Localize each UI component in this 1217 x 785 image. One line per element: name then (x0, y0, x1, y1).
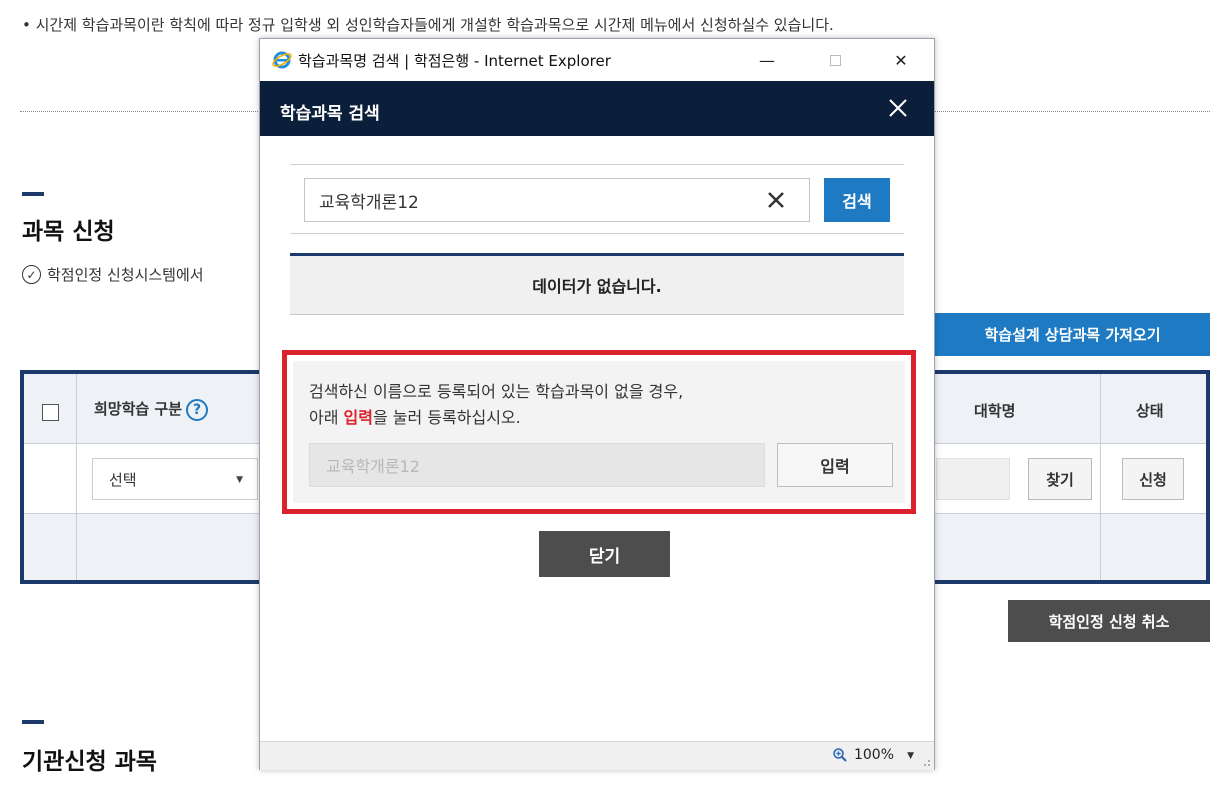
zoom-control[interactable]: 100% (832, 747, 894, 763)
highlight-box: 검색하신 이름으로 등록되어 있는 학습과목이 없을 경우, 아래 입력을 눌러… (282, 350, 916, 514)
guide-line2: 아래 입력을 눌러 등록하십시오. (309, 405, 683, 431)
clear-icon[interactable] (760, 184, 792, 216)
section-marker (22, 192, 44, 196)
section-marker (22, 720, 44, 724)
zoom-level: 100% (853, 747, 894, 763)
register-button[interactable]: 입력 (777, 443, 893, 487)
no-data-message: 데이터가 없습니다. (290, 253, 904, 315)
guide-prefix: 아래 (309, 408, 344, 427)
register-course-input[interactable]: 교육학개론12 (309, 443, 765, 487)
maximize-button[interactable] (820, 45, 850, 75)
notice-text: • 시간제 학습과목이란 학칙에 따라 정규 입학생 외 성인학습자들에게 개설… (22, 16, 834, 34)
caret-down-icon: ▼ (236, 475, 243, 485)
find-button[interactable]: 찾기 (1028, 458, 1092, 500)
guide-suffix: 을 눌러 등록하십시오. (372, 408, 521, 427)
window-close-button[interactable]: ✕ (886, 45, 916, 75)
info-text: 학점인정 신청시스템에서 (47, 266, 204, 284)
ie-popup-window: 학습과목명 검색 | 학점은행 - Internet Explorer — ✕ … (259, 38, 935, 770)
resize-grip-icon[interactable] (921, 757, 931, 767)
univ-input[interactable] (936, 458, 1010, 500)
close-button[interactable]: 닫기 (539, 531, 670, 577)
window-title: 학습과목명 검색 | 학점은행 - Internet Explorer (298, 52, 611, 70)
window-titlebar[interactable]: 학습과목명 검색 | 학점은행 - Internet Explorer — ✕ (260, 39, 934, 81)
caret-down-icon[interactable]: ▼ (907, 751, 914, 761)
maximize-icon (829, 54, 841, 66)
info-line: ✓ 학점인정 신청시스템에서 (22, 264, 204, 285)
guide-line1: 검색하신 이름으로 등록되어 있는 학습과목이 없을 경우, (309, 382, 684, 401)
wish-type-select[interactable]: 선택 ▼ (92, 458, 258, 500)
question-icon[interactable]: ? (186, 398, 209, 421)
dialog-title: 학습과목 검색 (280, 104, 380, 124)
course-search-input[interactable]: 교육학개론12 (304, 178, 810, 222)
section-title-course-apply: 과목 신청 (22, 219, 115, 245)
consult-import-button[interactable]: 학습설계 상담과목 가져오기 (935, 313, 1210, 356)
search-button[interactable]: 검색 (824, 178, 890, 222)
header-univ: 대학명 (974, 402, 1016, 420)
ie-logo-icon (272, 51, 292, 69)
guide-highlight: 입력 (343, 408, 373, 427)
minimize-button[interactable]: — (752, 45, 782, 75)
status-bar: 100% ▼ (260, 741, 934, 770)
apply-button[interactable]: 신청 (1122, 458, 1184, 500)
register-guide: 검색하신 이름으로 등록되어 있는 학습과목이 없을 경우, 아래 입력을 눌러… (309, 379, 683, 431)
check-circle-icon: ✓ (22, 265, 41, 284)
search-area: 교육학개론12 검색 (290, 164, 904, 234)
select-value: 선택 (109, 470, 137, 489)
zoom-icon (833, 748, 847, 762)
close-icon[interactable] (884, 94, 912, 122)
section-title-institution: 기관신청 과목 (22, 749, 157, 775)
header-status: 상태 (1136, 402, 1164, 420)
dialog-header: 학습과목 검색 (260, 81, 934, 136)
header-wish-type-label: 희망학습 구분 (94, 400, 183, 418)
credit-cancel-button[interactable]: 학점인정 신청 취소 (1008, 600, 1210, 642)
register-panel: 검색하신 이름으로 등록되어 있는 학습과목이 없을 경우, 아래 입력을 눌러… (293, 361, 905, 503)
header-wish-type: 희망학습 구분? (94, 398, 209, 421)
column-divider (76, 374, 77, 580)
select-all-checkbox[interactable] (42, 404, 59, 421)
column-divider (1100, 374, 1101, 580)
